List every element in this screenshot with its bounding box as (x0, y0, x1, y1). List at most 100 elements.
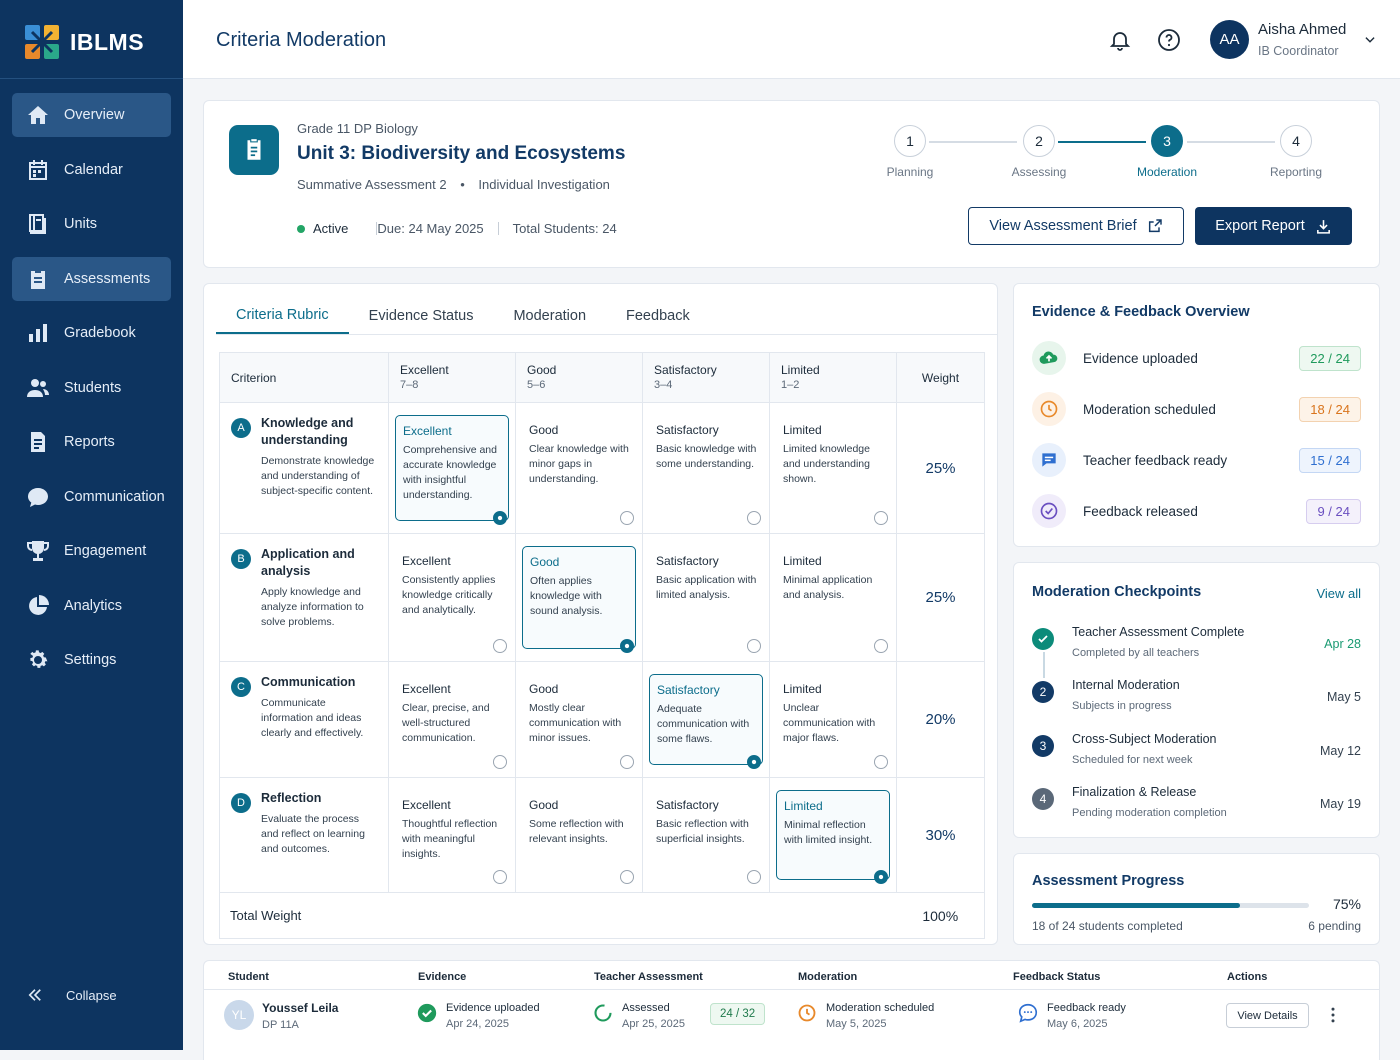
level-option[interactable]: Limited Minimal reflection with limited i… (776, 790, 890, 880)
level-radio[interactable] (493, 639, 507, 653)
checkpoint-item[interactable]: Teacher Assessment Complete Completed by… (1032, 623, 1361, 667)
level-option[interactable]: Satisfactory Basic knowledge with some un… (649, 415, 763, 521)
rubric-level-cell[interactable]: Satisfactory Basic application with limit… (642, 533, 770, 662)
level-radio[interactable] (620, 870, 634, 884)
rubric-level-cell[interactable]: Good Clear knowledge with minor gaps in u… (515, 402, 643, 534)
rubric-level-cell[interactable]: Limited Minimal reflection with limited i… (769, 777, 897, 893)
view-all-link[interactable]: View all (1316, 586, 1361, 601)
level-option[interactable]: Good Mostly clear communication with mino… (522, 674, 636, 765)
level-option[interactable]: Limited Unclear communication with major … (776, 674, 890, 765)
pie-chart-icon (29, 594, 49, 615)
rubric-level-cell[interactable]: Good Often applies knowledge with sound a… (515, 533, 643, 662)
overview-row-teacher-feedback[interactable]: Teacher feedback ready 15 / 24 (1032, 442, 1361, 478)
sidebar-item-analytics[interactable]: Analytics (12, 584, 171, 628)
overview-row-evidence[interactable]: Evidence uploaded 22 / 24 (1032, 340, 1361, 376)
level-option[interactable]: Limited Limited knowledge and understandi… (776, 415, 890, 521)
upload-cloud-icon (1032, 341, 1066, 375)
level-radio[interactable] (747, 639, 761, 653)
sidebar-item-gradebook[interactable]: Gradebook (12, 311, 171, 355)
step-moderation[interactable]: 3 Moderation (1127, 125, 1207, 179)
level-radio[interactable] (620, 511, 634, 525)
rubric-level-cell[interactable]: Good Some reflection with relevant insigh… (515, 777, 643, 893)
sidebar-item-units[interactable]: Units (12, 202, 171, 246)
step-assessing[interactable]: 2 Assessing (999, 125, 1079, 179)
sidebar-item-communication[interactable]: Communication (12, 475, 171, 519)
tab-criteria-rubric[interactable]: Criteria Rubric (216, 298, 349, 334)
step-reporting[interactable]: 4 Reporting (1256, 125, 1336, 179)
view-assessment-brief-button[interactable]: View Assessment Brief (968, 207, 1184, 245)
rubric-level-cell[interactable]: Good Mostly clear communication with mino… (515, 661, 643, 778)
level-radio[interactable] (620, 639, 634, 653)
rubric-level-cell[interactable]: Satisfactory Basic reflection with superf… (642, 777, 770, 893)
checkpoint-subtitle: Completed by all teachers (1072, 647, 1200, 659)
student-name[interactable]: Youssef Leila (262, 1001, 338, 1015)
rubric-level-cell[interactable]: Satisfactory Basic knowledge with some un… (642, 402, 770, 534)
level-option[interactable]: Excellent Thoughtful reflection with mean… (395, 790, 509, 880)
level-radio[interactable] (747, 870, 761, 884)
sidebar-item-overview[interactable]: Overview (12, 93, 171, 137)
level-option[interactable]: Excellent Consistently applies knowledge … (395, 546, 509, 649)
level-radio[interactable] (620, 755, 634, 769)
level-radio[interactable] (747, 755, 761, 769)
level-option[interactable]: Excellent Comprehensive and accurate know… (395, 415, 509, 521)
level-radio[interactable] (493, 511, 507, 525)
rubric-level-cell[interactable]: Excellent Comprehensive and accurate know… (388, 402, 516, 534)
tab-evidence-status[interactable]: Evidence Status (349, 298, 494, 334)
user-avatar[interactable]: AA (1210, 20, 1249, 59)
sidebar-item-settings[interactable]: Settings (12, 638, 171, 682)
level-radio[interactable] (493, 870, 507, 884)
help-icon[interactable] (1157, 28, 1181, 52)
sidebar-item-label: Units (64, 216, 98, 232)
sidebar-item-engagement[interactable]: Engagement (12, 529, 171, 573)
chevron-down-icon[interactable] (1363, 33, 1377, 47)
level-option[interactable]: Satisfactory Basic application with limit… (649, 546, 763, 649)
level-name: Excellent (402, 554, 451, 568)
rubric-level-cell[interactable]: Limited Minimal application and analysis. (769, 533, 897, 662)
level-radio[interactable] (493, 755, 507, 769)
level-option[interactable]: Satisfactory Adequate communication with … (649, 674, 763, 765)
report-icon (31, 432, 45, 452)
rubric-level-cell[interactable]: Satisfactory Adequate communication with … (642, 661, 770, 778)
level-radio[interactable] (874, 870, 888, 884)
checkpoint-item[interactable]: 2 Internal Moderation Subjects in progre… (1032, 676, 1361, 720)
overview-row-moderation[interactable]: Moderation scheduled 18 / 24 (1032, 391, 1361, 427)
view-details-button[interactable]: View Details (1226, 1003, 1309, 1028)
level-option[interactable]: Good Some reflection with relevant insigh… (522, 790, 636, 880)
tab-feedback[interactable]: Feedback (606, 298, 710, 334)
overview-row-feedback-released[interactable]: Feedback released 9 / 24 (1032, 493, 1361, 529)
rubric-level-cell[interactable]: Excellent Consistently applies knowledge … (388, 533, 516, 662)
step-planning[interactable]: 1 Planning (870, 125, 950, 179)
level-option[interactable]: Limited Minimal application and analysis. (776, 546, 890, 649)
sidebar-item-reports[interactable]: Reports (12, 420, 171, 464)
level-radio[interactable] (874, 639, 888, 653)
level-option[interactable]: Good Clear knowledge with minor gaps in u… (522, 415, 636, 521)
level-radio[interactable] (747, 511, 761, 525)
checkpoint-title: Cross-Subject Moderation (1072, 732, 1217, 746)
app-logo[interactable]: IBLMS (24, 24, 144, 60)
level-option[interactable]: Satisfactory Basic reflection with superf… (649, 790, 763, 880)
level-descriptor: Clear, precise, and well-structured comm… (402, 702, 490, 744)
sidebar-item-students[interactable]: Students (12, 366, 171, 410)
level-option[interactable]: Good Often applies knowledge with sound a… (522, 546, 636, 649)
rubric-level-cell[interactable]: Excellent Thoughtful reflection with mean… (388, 777, 516, 893)
rubric-level-cell[interactable]: Excellent Clear, precise, and well-struct… (388, 661, 516, 778)
more-vertical-icon[interactable] (1323, 1005, 1343, 1025)
sidebar-item-assessments[interactable]: Assessments (12, 256, 171, 301)
checkpoint-item[interactable]: 4 Finalization & Release Pending moderat… (1032, 783, 1361, 827)
export-report-button[interactable]: Export Report (1195, 207, 1352, 245)
level-descriptor: Often applies knowledge with sound analy… (530, 575, 603, 617)
bell-icon[interactable] (1108, 28, 1132, 52)
moderation-status: Moderation scheduled (826, 1002, 935, 1014)
rubric-level-cell[interactable]: Limited Unclear communication with major … (769, 661, 897, 778)
sidebar-item-calendar[interactable]: Calendar (12, 148, 171, 192)
level-radio[interactable] (874, 511, 888, 525)
level-descriptor: Comprehensive and accurate knowledge wit… (403, 444, 497, 501)
level-radio[interactable] (874, 755, 888, 769)
checkpoint-item[interactable]: 3 Cross-Subject Moderation Scheduled for… (1032, 730, 1361, 774)
rubric-level-cell[interactable]: Limited Limited knowledge and understandi… (769, 402, 897, 534)
assessment-status: Assessed (622, 1002, 670, 1014)
level-option[interactable]: Excellent Clear, precise, and well-struct… (395, 674, 509, 765)
tab-moderation[interactable]: Moderation (493, 298, 606, 334)
collapse-button[interactable]: Collapse (26, 986, 117, 1004)
step-number: 1 (894, 125, 926, 157)
